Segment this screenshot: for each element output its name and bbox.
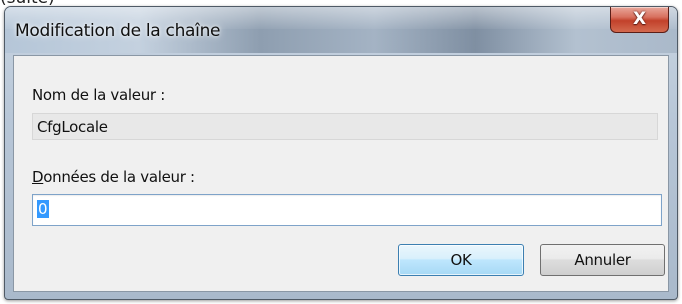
close-icon: X bbox=[632, 9, 647, 29]
value-data-selected-text: 0 bbox=[37, 200, 49, 218]
ok-button[interactable]: OK bbox=[398, 244, 524, 276]
value-data-label: Données de la valeur : bbox=[32, 168, 195, 186]
value-data-label-text: onnées de la valeur : bbox=[43, 168, 195, 186]
edit-string-dialog: Modification de la chaîne X Nom de la va… bbox=[4, 6, 678, 300]
value-data-input[interactable]: 0 bbox=[32, 194, 662, 226]
value-name-label: Nom de la valeur : bbox=[32, 86, 165, 104]
dialog-title: Modification de la chaîne bbox=[15, 21, 221, 41]
title-bar[interactable]: Modification de la chaîne bbox=[5, 7, 677, 53]
dialog-body: Nom de la valeur : CfgLocale Données de … bbox=[13, 55, 669, 292]
close-button[interactable]: X bbox=[610, 7, 669, 33]
value-data-label-mnemonic: D bbox=[32, 168, 44, 186]
cancel-button[interactable]: Annuler bbox=[540, 244, 665, 276]
value-name-text: CfgLocale bbox=[37, 118, 108, 136]
value-name-field: CfgLocale bbox=[32, 113, 658, 140]
